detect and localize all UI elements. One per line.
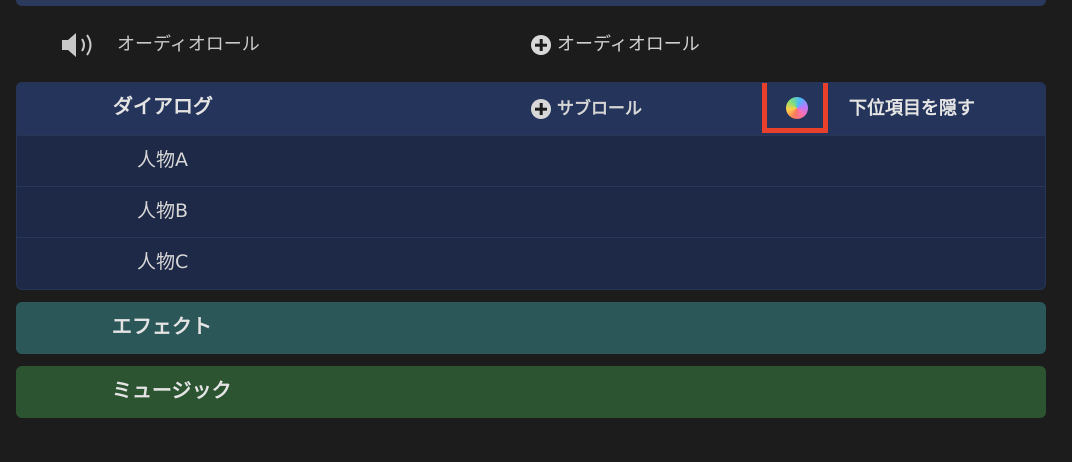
hide-subitems-button[interactable]: 下位項目を隠す [849,96,975,122]
dialogue-role-group: ダイアログ サブロール 下位項目を隠す 人物A 人物B 人物C [16,82,1046,290]
music-role-label: ミュージック [112,378,232,402]
music-role-bar[interactable]: ミュージック [16,366,1046,418]
add-subrole-button[interactable]: サブロール [531,97,642,121]
add-subrole-label: サブロール [557,99,642,119]
plus-circle-icon [531,99,551,119]
previous-role-bar [16,0,1046,6]
add-audio-role-button[interactable]: オーディオロール [531,33,700,57]
subrole-row[interactable]: 人物C [17,237,1045,288]
subrole-row[interactable]: 人物B [17,186,1045,237]
effects-role-label: エフェクト [112,314,212,338]
effects-role-bar[interactable]: エフェクト [16,302,1046,354]
speaker-icon [62,33,92,57]
subrole-label: 人物A [137,149,188,171]
subrole-label: 人物C [137,251,189,273]
plus-circle-icon [531,35,551,55]
color-wheel-icon[interactable] [786,97,808,119]
add-audio-role-label: オーディオロール [557,34,700,55]
dialogue-role-header[interactable]: ダイアログ サブロール 下位項目を隠す [17,83,1045,135]
subrole-row[interactable]: 人物A [17,135,1045,186]
dialogue-role-title: ダイアログ [113,94,213,118]
subrole-label: 人物B [137,200,189,222]
audio-role-label: オーディオロール [117,34,260,55]
